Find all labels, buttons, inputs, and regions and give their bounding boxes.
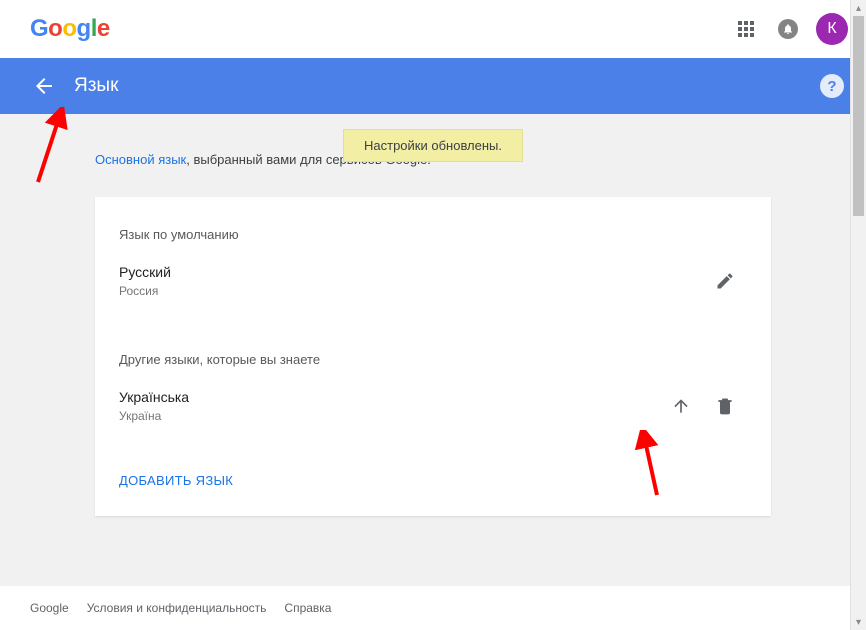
google-logo[interactable]: Google — [30, 15, 110, 43]
arrow-left-icon — [32, 74, 56, 98]
footer-brand[interactable]: Google — [30, 601, 69, 615]
language-card: Язык по умолчанию Русский Россия Другие … — [95, 197, 771, 516]
default-lang-heading: Язык по умолчанию — [95, 217, 771, 264]
other-lang-row: Українська Україна — [95, 389, 771, 443]
footer-help[interactable]: Справка — [284, 601, 331, 615]
toast-notification: Настройки обновлены. — [343, 129, 523, 162]
move-up-lang-button[interactable] — [659, 396, 703, 416]
default-lang-region: Россия — [119, 284, 703, 298]
back-button[interactable] — [22, 64, 66, 108]
topbar: Google К — [0, 0, 866, 58]
page-title: Язык — [74, 75, 118, 97]
footer: Google Условия и конфиденциальность Спра… — [0, 586, 866, 630]
scroll-up-button[interactable]: ▴ — [851, 0, 866, 16]
default-lang-name: Русский — [119, 264, 703, 280]
notifications-icon[interactable] — [770, 11, 806, 47]
apps-icon[interactable] — [728, 11, 764, 47]
add-language-button[interactable]: ДОБАВИТЬ ЯЗЫК — [95, 443, 771, 488]
scrollbar[interactable]: ▴ ▾ — [850, 0, 866, 630]
help-icon[interactable]: ? — [820, 74, 844, 98]
edit-default-lang-button[interactable] — [703, 271, 747, 291]
pencil-icon — [715, 271, 735, 291]
trash-icon — [715, 396, 735, 416]
scroll-down-button[interactable]: ▾ — [851, 614, 866, 630]
bluebar: Язык ? — [0, 58, 866, 114]
delete-lang-button[interactable] — [703, 396, 747, 416]
content-area: Настройки обновлены. Основной язык, выбр… — [0, 114, 866, 586]
intro-link[interactable]: Основной язык — [95, 152, 186, 167]
arrow-up-icon — [671, 396, 691, 416]
default-lang-row: Русский Россия — [95, 264, 771, 318]
other-lang-heading: Другие языки, которые вы знаете — [95, 342, 771, 389]
other-lang-name: Українська — [119, 389, 659, 405]
scroll-thumb[interactable] — [853, 16, 864, 216]
avatar[interactable]: К — [816, 13, 848, 45]
other-lang-region: Україна — [119, 409, 659, 423]
footer-privacy[interactable]: Условия и конфиденциальность — [87, 601, 267, 615]
